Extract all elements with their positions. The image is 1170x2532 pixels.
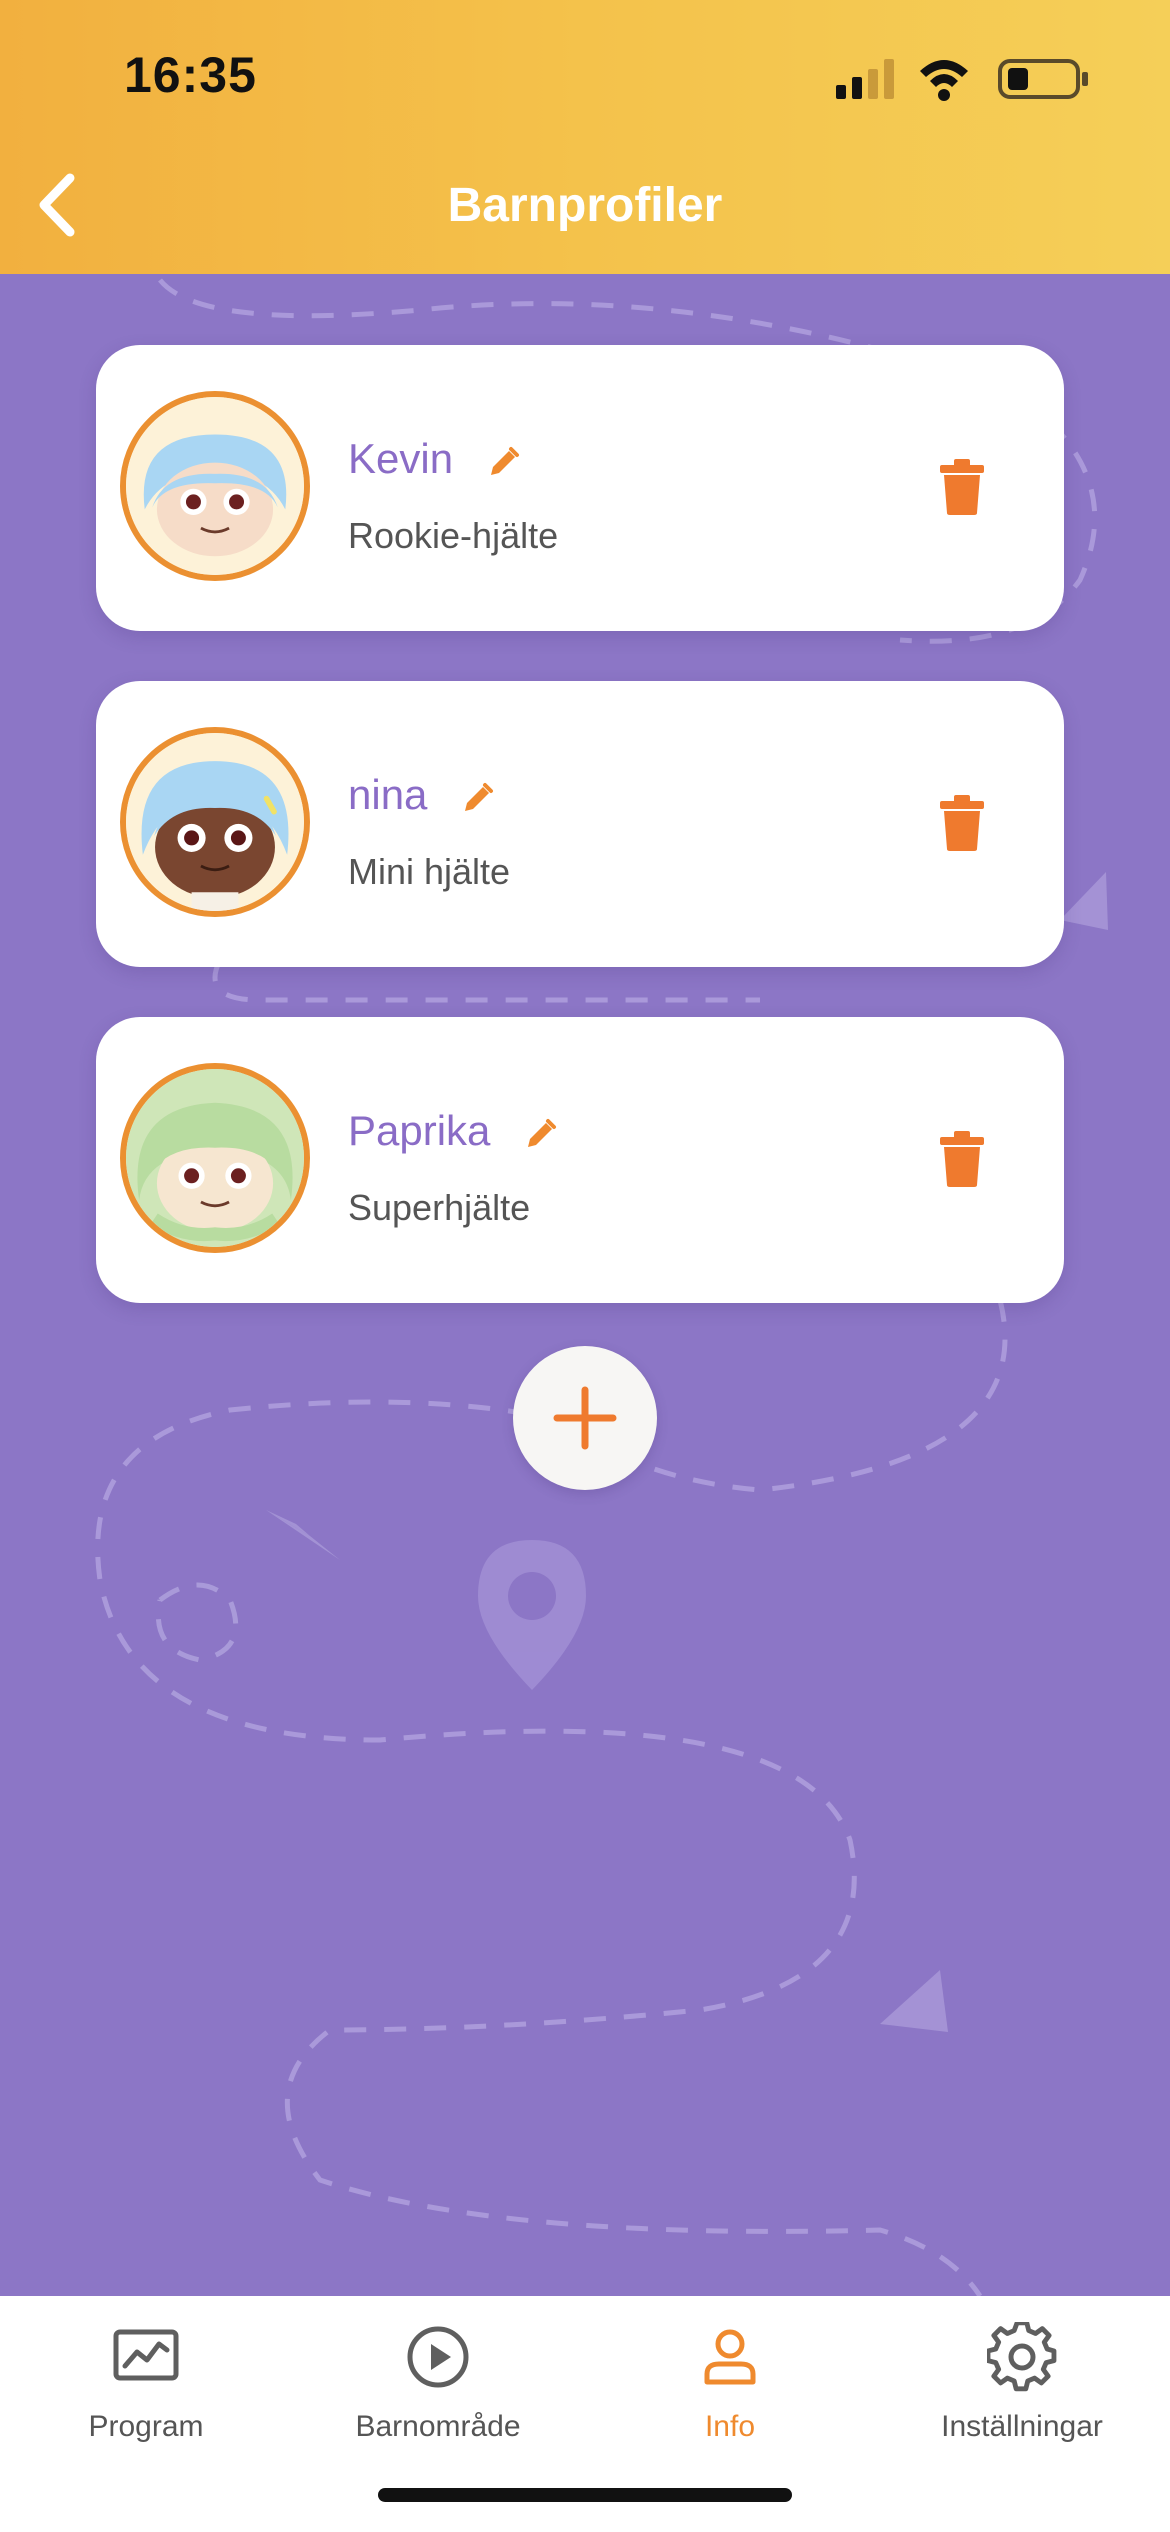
gear-icon [987,2322,1057,2392]
tab-info[interactable]: Info [584,2322,876,2444]
tab-barnomrade[interactable]: Barnområde [292,2322,584,2444]
trash-icon[interactable] [940,795,984,851]
profile-card[interactable]: Kevin Rookie-hjälte [96,345,1064,631]
profile-level: Rookie-hjälte [348,515,559,556]
wifi-icon [920,60,968,101]
status-time: 16:35 [124,47,257,103]
profile-name: Kevin [348,435,521,483]
location-pin-icon [478,1540,586,1690]
tab-installningar[interactable]: Inställningar [876,2322,1168,2444]
status-icons [836,59,1088,101]
avatar [120,727,310,917]
battery-icon [998,59,1088,99]
profile-name-text: Kevin [348,435,454,482]
trash-icon[interactable] [940,1131,984,1187]
pencil-icon[interactable] [461,781,495,815]
tab-label: Barnområde [355,2410,521,2443]
tab-label: Program [88,2410,204,2443]
paper-plane-icon [880,1970,948,2032]
profile-card[interactable]: Paprika Superhjälte [96,1017,1064,1303]
paper-plane-icon [1060,872,1108,930]
profile-name: Paprika [348,1107,558,1155]
tab-label: Info [704,2410,756,2443]
tab-program[interactable]: Program [0,2322,292,2444]
avatar [120,391,310,581]
profile-level: Superhjälte [348,1187,531,1228]
add-profile-button[interactable] [513,1346,657,1490]
trash-icon[interactable] [940,459,984,515]
profile-name: nina [348,771,495,819]
profile-name-text: nina [348,771,428,818]
signal-icon [836,59,894,99]
avatar [120,1063,310,1253]
page-title: Barnprofiler [447,179,723,232]
paper-plane-icon [266,1510,340,1560]
profile-name-text: Paprika [348,1107,491,1154]
chart-icon [113,2329,179,2381]
profile-card[interactable]: nina Mini hjälte [96,681,1064,967]
plus-icon [553,1386,617,1450]
person-icon [704,2329,756,2385]
profile-level: Mini hjälte [348,851,511,892]
pencil-icon[interactable] [524,1117,558,1151]
pencil-icon[interactable] [487,445,521,479]
home-indicator [378,2488,792,2502]
play-icon [407,2326,469,2388]
tab-label: Inställningar [941,2410,1103,2443]
app-header: 16:35 Barnprofiler [0,0,1170,274]
